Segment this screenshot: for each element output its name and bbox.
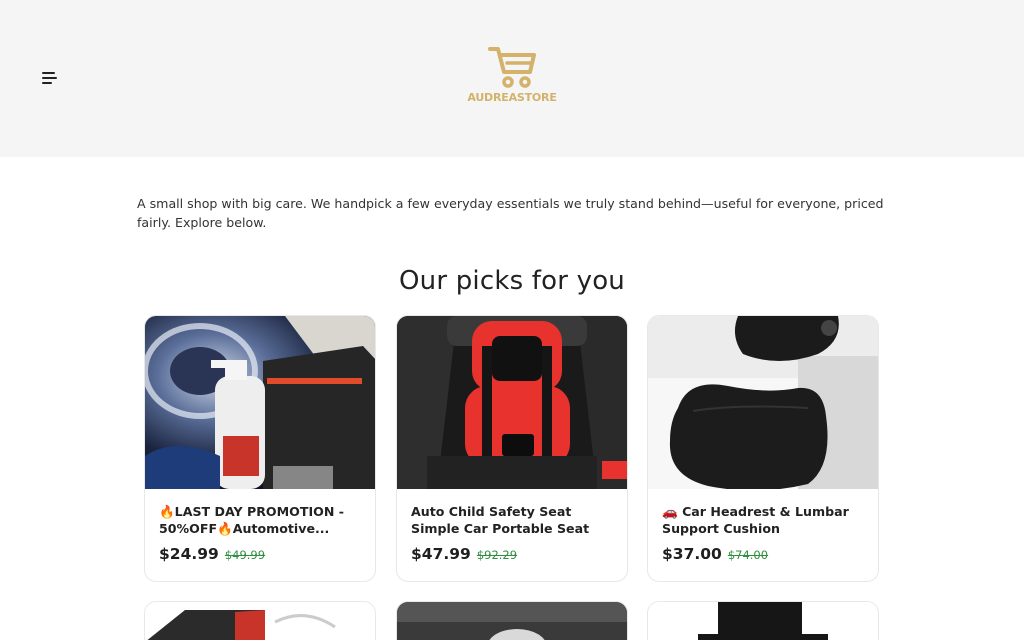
product-card[interactable]: Auto Child Safety Seat Simple Car Portab… [396, 315, 628, 582]
product-title[interactable]: 🔥LAST DAY PROMOTION - 50%OFF🔥Automotive.… [159, 503, 364, 537]
product-image[interactable] [145, 602, 375, 640]
price-row: $24.99 $49.99 [159, 544, 265, 563]
product-title[interactable]: 🚗 Car Headrest & Lumbar Support Cushion [662, 503, 867, 537]
hamburger-menu-icon[interactable] [42, 72, 58, 86]
product-card[interactable] [144, 601, 376, 640]
price-row: $37.00 $74.00 [662, 544, 768, 563]
product-card[interactable]: 🚗 Car Headrest & Lumbar Support Cushion … [647, 315, 879, 582]
product-card[interactable] [396, 601, 628, 640]
product-image-child-seat[interactable] [397, 316, 627, 489]
sale-price: $37.00 [662, 545, 722, 563]
section-title: Our picks for you [399, 266, 625, 296]
product-image-headlight-kit[interactable] [145, 316, 375, 489]
product-image[interactable] [397, 602, 627, 640]
product-card[interactable]: 🔥LAST DAY PROMOTION - 50%OFF🔥Automotive.… [144, 315, 376, 582]
compare-price: $49.99 [224, 548, 266, 562]
compare-price: $74.00 [727, 548, 769, 562]
product-card[interactable] [647, 601, 879, 640]
product-image[interactable] [648, 602, 878, 640]
store-logo[interactable]: AUDREASTORE [458, 44, 566, 110]
sale-price: $47.99 [411, 545, 471, 563]
product-title[interactable]: Auto Child Safety Seat Simple Car Portab… [411, 503, 616, 537]
product-image-headrest-cushion[interactable] [648, 316, 878, 489]
sale-price: $24.99 [159, 545, 219, 563]
site-header: AUDREASTORE [0, 0, 1024, 157]
store-intro-text: A small shop with big care. We handpick … [137, 196, 884, 230]
compare-price: $92.29 [476, 548, 518, 562]
store-name: AUDREASTORE [467, 91, 557, 104]
price-row: $47.99 $92.29 [411, 544, 517, 563]
shopping-cart-icon [488, 47, 536, 88]
